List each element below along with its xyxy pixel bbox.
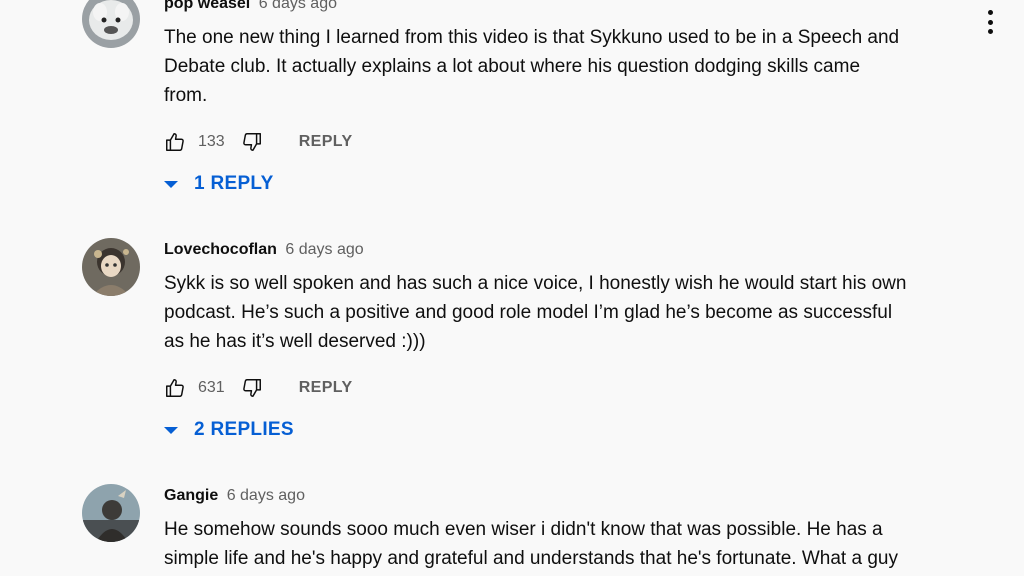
like-count: 133 bbox=[198, 133, 225, 150]
comment-header: Gangie 6 days ago bbox=[164, 486, 305, 506]
thumbs-down-icon bbox=[242, 379, 261, 397]
comment-header: pop weasel 6 days ago bbox=[164, 0, 337, 14]
comment-actions: 133 REPLY bbox=[162, 130, 353, 154]
thumbs-down-icon bbox=[242, 133, 261, 151]
thumbs-up-icon bbox=[166, 379, 184, 397]
anime-character-avatar-icon bbox=[82, 238, 140, 296]
like-button[interactable] bbox=[162, 130, 188, 154]
caret-down-icon bbox=[164, 180, 178, 188]
comment-text: The one new thing I learned from this vi… bbox=[164, 23, 974, 110]
comment-timestamp[interactable]: 6 days ago bbox=[259, 0, 337, 12]
comment-text: Sykk is so well spoken and has such a ni… bbox=[164, 269, 974, 356]
comment-text-line: podcast. He’s such a positive and good r… bbox=[164, 302, 893, 323]
character-portrait-avatar-icon bbox=[82, 484, 140, 542]
comment-author[interactable]: Gangie bbox=[164, 487, 218, 504]
reply-button[interactable]: REPLY bbox=[299, 133, 353, 151]
comment-author[interactable]: pop weasel bbox=[164, 0, 250, 12]
avatar[interactable] bbox=[82, 238, 140, 296]
comment-timestamp[interactable]: 6 days ago bbox=[285, 241, 363, 258]
like-button[interactable] bbox=[162, 376, 188, 400]
replies-label: 1 REPLY bbox=[194, 173, 274, 194]
avatar[interactable] bbox=[82, 484, 140, 542]
dislike-button[interactable] bbox=[239, 376, 265, 400]
comment-text-line: as he has it’s well deserved :))) bbox=[164, 331, 426, 352]
view-replies-button[interactable]: 2 REPLIES bbox=[160, 418, 294, 442]
comment-actions: 631 REPLY bbox=[162, 376, 353, 400]
comment-text-line: The one new thing I learned from this vi… bbox=[164, 27, 900, 48]
comment-timestamp[interactable]: 6 days ago bbox=[227, 487, 305, 504]
more-vert-icon[interactable] bbox=[978, 8, 1002, 36]
avatar[interactable] bbox=[82, 0, 140, 48]
reply-button[interactable]: REPLY bbox=[299, 379, 353, 397]
dislike-button[interactable] bbox=[239, 130, 265, 154]
replies-label: 2 REPLIES bbox=[194, 419, 294, 440]
comment-text: He somehow sounds sooo much even wiser i… bbox=[164, 515, 974, 573]
comment-header: Lovechocoflan 6 days ago bbox=[164, 240, 364, 260]
comment-text-line: simple life and he's happy and grateful … bbox=[164, 548, 898, 569]
like-count: 631 bbox=[198, 379, 225, 396]
comment-text-line: from. bbox=[164, 85, 208, 106]
white-creature-avatar-icon bbox=[82, 0, 140, 48]
view-replies-button[interactable]: 1 REPLY bbox=[160, 172, 274, 196]
comment-text-line: Debate club. It actually explains a lot … bbox=[164, 56, 861, 77]
thumbs-up-icon bbox=[166, 133, 184, 151]
comment-text-line: Sykk is so well spoken and has such a ni… bbox=[164, 273, 907, 294]
comment-text-line: He somehow sounds sooo much even wiser i… bbox=[164, 519, 883, 540]
comment-author[interactable]: Lovechocoflan bbox=[164, 241, 277, 258]
caret-down-icon bbox=[164, 426, 178, 434]
